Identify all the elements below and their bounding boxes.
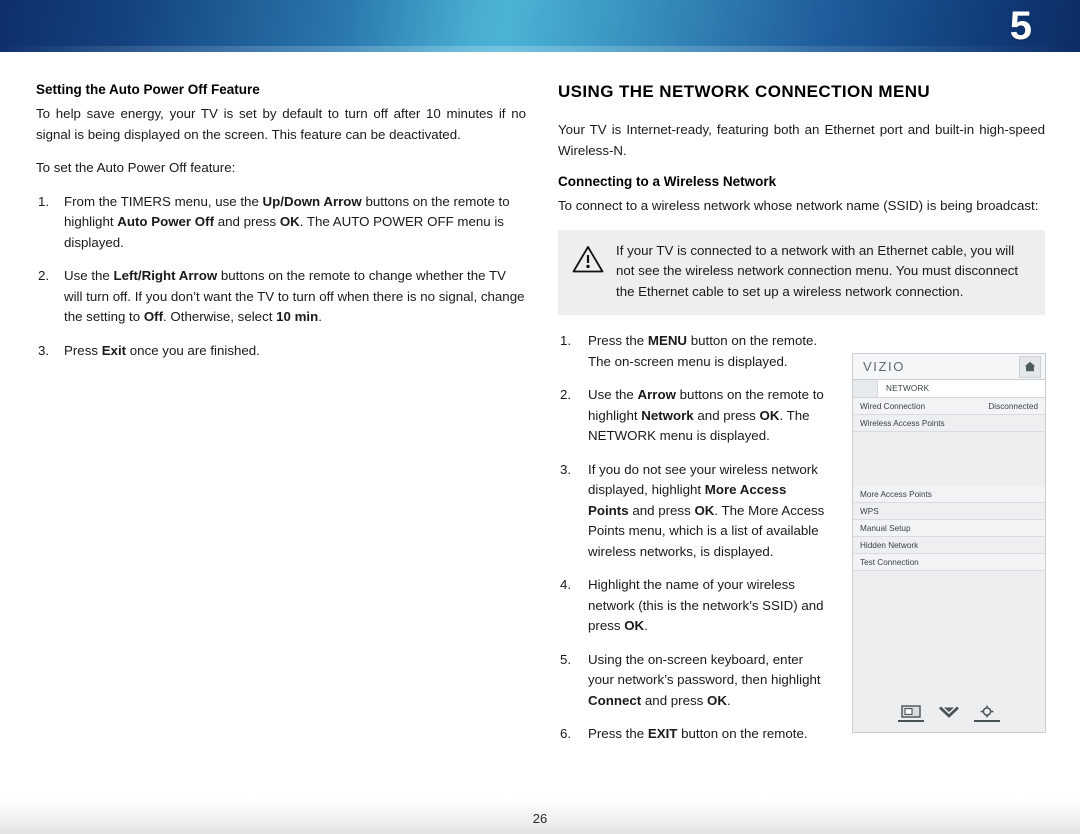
page-number: 26 <box>532 811 548 826</box>
step-text: Use the <box>64 268 114 283</box>
tv-menu-bottom-icon-bar <box>853 694 1045 732</box>
step-text: and press <box>693 407 760 423</box>
warning-note-text: If your TV is connected to a network wit… <box>616 242 1019 299</box>
tv-menu-row[interactable]: Hidden Network <box>853 537 1045 554</box>
step-text: and press <box>641 692 707 708</box>
tv-menu-tab-row: NETWORK <box>853 380 1045 398</box>
vizio-logo: VIZIO <box>863 359 905 374</box>
emphasis-text: Connect <box>588 692 642 708</box>
emphasis-text: Off <box>143 309 164 324</box>
tv-menu-row[interactable]: Wireless Access Points <box>853 415 1045 432</box>
tab-stub[interactable] <box>853 380 878 397</box>
tv-menu-row[interactable]: Test Connection <box>853 554 1045 571</box>
step-text: and press <box>628 502 695 518</box>
left-paragraph-2: To set the Auto Power Off feature: <box>36 160 236 175</box>
step-text: . <box>644 618 648 633</box>
emphasis-text: OK <box>759 407 780 423</box>
emphasis-text: EXIT <box>647 726 678 741</box>
tv-menu-row[interactable]: WPS <box>853 503 1045 520</box>
gear-icon-underline <box>974 719 1000 722</box>
list-item: Press the MENU button on the remote. The… <box>558 331 830 372</box>
list-item: Press the EXIT button on the remote. <box>558 724 830 745</box>
tv-menu-row[interactable]: Manual Setup <box>853 520 1045 537</box>
tv-menu-empty-area-bottom <box>853 571 1045 694</box>
step-text: Press <box>64 342 102 358</box>
list-item: Press Exit once you are finished. <box>36 341 526 362</box>
step-text: once you are finished. <box>126 342 260 358</box>
step-text: Press the <box>588 333 648 348</box>
picture-icon-underline <box>898 719 924 722</box>
left-paragraph-1: To help save energy, your TV is set by d… <box>36 106 526 142</box>
list-item: If you do not see your wireless network … <box>558 460 830 563</box>
steps-and-menu-row: Press the MENU button on the remote. The… <box>558 331 1046 758</box>
emphasis-text: OK <box>624 618 645 633</box>
chapter-number: 5 <box>1009 4 1032 48</box>
tv-menu-figure: VIZIO NETWORK Wired Connection Disconnect… <box>830 331 1046 758</box>
tv-menu-row-label: Test Connection <box>860 557 919 567</box>
emphasis-text: 10 min <box>276 309 319 324</box>
tv-network-menu: VIZIO NETWORK Wired Connection Disconnect… <box>852 353 1046 733</box>
tv-menu-row-label: Wired Connection <box>860 401 926 411</box>
page-title: USING THE NETWORK CONNECTION MENU <box>558 82 931 101</box>
step-text: and press <box>214 214 280 229</box>
emphasis-text: Left/Right Arrow <box>113 268 218 283</box>
list-item: Using the on-screen keyboard, enter your… <box>558 650 830 712</box>
step-text: Using the on-screen keyboard, enter your… <box>588 651 821 688</box>
left-steps-list: From the TIMERS menu, use the Up/Down Ar… <box>36 192 526 362</box>
list-item: Use the Arrow buttons on the remote to h… <box>558 385 830 447</box>
list-item: Use the Left/Right Arrow buttons on the … <box>36 266 526 328</box>
tv-menu-row-label: Wireless Access Points <box>860 418 945 428</box>
left-section-heading: Setting the Auto Power Off Feature <box>36 82 260 97</box>
emphasis-text: Arrow <box>637 387 676 402</box>
tv-menu-row-label: WPS <box>860 506 879 516</box>
step-text: Press the <box>588 726 648 741</box>
gear-icon[interactable] <box>974 705 1000 722</box>
tv-menu-row-label: Manual Setup <box>860 523 911 533</box>
tv-menu-topbar: VIZIO <box>853 354 1045 380</box>
tv-menu-rows-bottom: More Access Points WPS Manual Setup Hidden … <box>853 486 1045 571</box>
warning-triangle-icon <box>572 245 604 278</box>
tv-menu-row[interactable]: More Access Points <box>853 486 1045 503</box>
right-steps-list: Press the MENU button on the remote. The… <box>558 331 830 745</box>
home-icon[interactable] <box>1019 355 1041 378</box>
list-item: Highlight the name of your wireless netw… <box>558 575 830 637</box>
emphasis-text: OK <box>707 692 727 708</box>
tv-menu-empty-area-top <box>853 432 1045 486</box>
step-text: . <box>726 692 731 708</box>
right-column: USING THE NETWORK CONNECTION MENU Your T… <box>558 82 1046 758</box>
tv-menu-row-value: Disconnected <box>988 401 1038 411</box>
picture-screen-icon[interactable] <box>898 704 924 722</box>
right-paragraph-1: Your TV is Internet-ready, featuring bot… <box>558 122 1045 158</box>
header-sheen <box>0 46 1080 52</box>
step-text: button on the remote. <box>677 726 808 741</box>
warning-note-box: If your TV is connected to a network wit… <box>558 229 1045 315</box>
emphasis-text: Auto Power Off <box>117 214 215 229</box>
list-item: From the TIMERS menu, use the Up/Down Ar… <box>36 192 526 254</box>
emphasis-text: Network <box>641 407 694 423</box>
emphasis-text: OK <box>279 214 300 229</box>
step-text: . <box>318 309 322 324</box>
tv-menu-row-label: Hidden Network <box>860 540 919 550</box>
emphasis-text: OK <box>694 502 715 518</box>
chapter-header-banner: 5 <box>0 0 1080 52</box>
left-column: Setting the Auto Power Off Feature To he… <box>36 82 526 374</box>
right-paragraph-2: To connect to a wireless network whose n… <box>558 198 1039 213</box>
double-chevron-down-icon[interactable] <box>938 706 960 720</box>
step-text: Use the <box>588 387 638 402</box>
right-steps-container: Press the MENU button on the remote. The… <box>558 331 830 758</box>
tv-menu-rows-top: Wired Connection Disconnected Wireless Acc… <box>853 398 1045 432</box>
emphasis-text: Up/Down Arrow <box>262 193 362 209</box>
tab-network[interactable]: NETWORK <box>878 380 1045 397</box>
emphasis-text: Exit <box>101 342 127 358</box>
step-text: . Otherwise, select <box>163 309 277 324</box>
emphasis-text: MENU <box>647 333 688 348</box>
step-text: From the TIMERS menu, use the <box>64 193 263 209</box>
tv-menu-row[interactable]: Wired Connection Disconnected <box>853 398 1045 415</box>
right-subheading: Connecting to a Wireless Network <box>558 174 777 189</box>
tv-menu-row-label: More Access Points <box>860 489 932 499</box>
